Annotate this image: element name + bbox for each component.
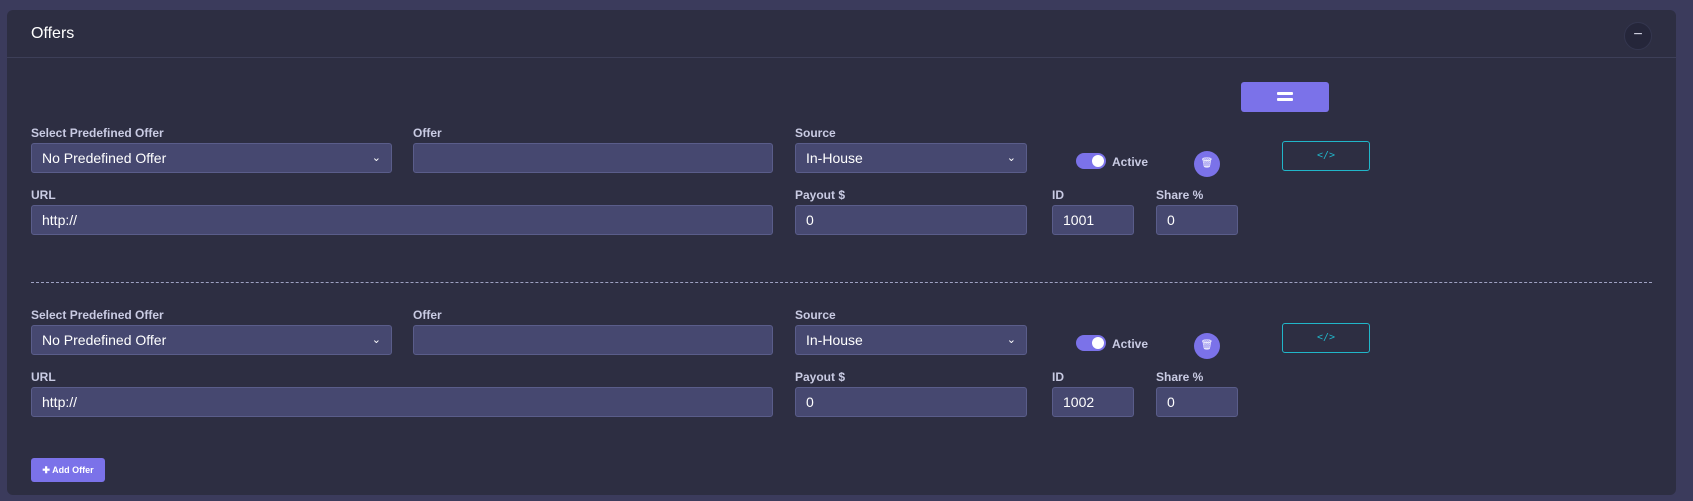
source-value: In-House — [806, 150, 863, 166]
url-input[interactable]: http:// — [31, 387, 773, 417]
card-title: Offers — [31, 25, 75, 42]
share-label: Share % — [1156, 188, 1204, 202]
offers-card: Offers − Select Predefined Offer No Pred… — [7, 10, 1676, 495]
payout-input[interactable]: 0 — [795, 387, 1027, 417]
toggle-knob — [1092, 337, 1104, 349]
collapse-button[interactable]: − — [1624, 22, 1652, 50]
source-label: Source — [795, 308, 836, 322]
drag-handle-icon[interactable] — [1241, 82, 1329, 112]
offer-divider — [31, 282, 1652, 283]
offer-input[interactable] — [413, 143, 773, 173]
chevron-down-icon: ⌄ — [1006, 152, 1016, 164]
active-label: Active — [1112, 155, 1149, 169]
payout-label: Payout $ — [795, 370, 846, 384]
url-label: URL — [31, 370, 56, 384]
payout-label: Payout $ — [795, 188, 846, 202]
trash-icon[interactable]: 🗑 — [1194, 333, 1220, 359]
predefined-offer-value: No Predefined Offer — [42, 332, 167, 348]
source-select[interactable]: In-House ⌄ — [795, 325, 1027, 355]
id-label: ID — [1052, 188, 1064, 202]
offer-input[interactable] — [413, 325, 773, 355]
source-label: Source — [795, 126, 836, 140]
payout-input[interactable]: 0 — [795, 205, 1027, 235]
predefined-offer-select[interactable]: No Predefined Offer ⌄ — [31, 143, 392, 173]
trash-icon[interactable]: 🗑 — [1194, 151, 1220, 177]
code-button[interactable]: </> — [1282, 141, 1370, 171]
share-input[interactable]: 0 — [1156, 387, 1238, 417]
active-toggle[interactable] — [1076, 335, 1106, 351]
toggle-knob — [1092, 155, 1104, 167]
chevron-down-icon: ⌄ — [371, 334, 381, 346]
url-input[interactable]: http:// — [31, 205, 773, 235]
offer-label: Offer — [413, 308, 442, 322]
share-label: Share % — [1156, 370, 1204, 384]
predefined-offer-label: Select Predefined Offer — [31, 126, 164, 140]
share-input[interactable]: 0 — [1156, 205, 1238, 235]
active-label: Active — [1112, 337, 1149, 351]
predefined-offer-value: No Predefined Offer — [42, 150, 167, 166]
add-offer-button[interactable]: ✚ Add Offer — [31, 458, 105, 482]
offer-label: Offer — [413, 126, 442, 140]
code-button[interactable]: </> — [1282, 323, 1370, 353]
active-toggle[interactable] — [1076, 153, 1106, 169]
id-label: ID — [1052, 370, 1064, 384]
source-select[interactable]: In-House ⌄ — [795, 143, 1027, 173]
url-label: URL — [31, 188, 56, 202]
predefined-offer-select[interactable]: No Predefined Offer ⌄ — [31, 325, 392, 355]
source-value: In-House — [806, 332, 863, 348]
id-input[interactable]: 1001 — [1052, 205, 1134, 235]
chevron-down-icon: ⌄ — [1006, 334, 1016, 346]
id-input[interactable]: 1002 — [1052, 387, 1134, 417]
predefined-offer-label: Select Predefined Offer — [31, 308, 164, 322]
card-header: Offers − — [7, 10, 1676, 58]
chevron-down-icon: ⌄ — [371, 152, 381, 164]
